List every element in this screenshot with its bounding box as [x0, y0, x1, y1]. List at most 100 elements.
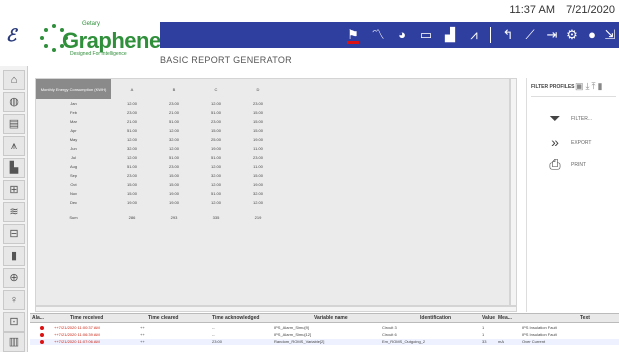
- navbar-separator: [490, 27, 491, 43]
- value-cell: 19.00: [210, 146, 221, 151]
- value-cell: 12.00: [126, 155, 137, 160]
- left-sidebar: ⌂ ◍ ▤ ⩚ ▙ ⊞ ≋ ⊟ ▮ ⊕ ♀ ⊡ ▥: [0, 66, 28, 352]
- value-cell: 12.00: [252, 200, 263, 205]
- value-cell: 19.00: [168, 191, 179, 196]
- alarm-time-received: ++7/21/2020 11:07:06 AM: [54, 339, 100, 344]
- report-row: May 12.00 32.00 25.00 19.00: [36, 135, 279, 144]
- value-cell: 51.00: [126, 164, 137, 169]
- logo[interactable]: ℰ Getary Graphene® Designed For Intellig…: [0, 18, 165, 64]
- report-header-col: C: [214, 86, 218, 92]
- logout-icon[interactable]: ⇲: [602, 27, 618, 43]
- export-label: EXPORT: [571, 140, 592, 146]
- month-cell: Jan: [70, 101, 77, 106]
- single-line-diagram-icon[interactable]: ⊞: [3, 180, 25, 200]
- back-arrow-icon[interactable]: ↰: [500, 27, 516, 43]
- alarm-table[interactable]: Ala... Time received Time cleared Time a…: [30, 313, 619, 352]
- month-cell: Oct: [70, 182, 77, 187]
- value-cell: 15.00: [252, 128, 263, 133]
- trend-icon[interactable]: ⟋: [522, 27, 538, 43]
- report-row: Sep 23.00 15.00 32.00 15.00: [36, 171, 279, 180]
- motor-icon[interactable]: ⊟: [3, 224, 25, 244]
- alarm-table-header: Ala... Time received Time cleared Time a…: [30, 314, 619, 323]
- alarm-text: Over Current: [522, 339, 546, 344]
- report-chart-icon[interactable]: ⩘: [466, 27, 482, 43]
- funnel-icon: ⏷: [549, 110, 561, 126]
- report-row: Feb 23.00 21.00 51.00 15.00: [36, 108, 279, 117]
- network-icon[interactable]: ⊡: [3, 312, 25, 332]
- zoom-icon[interactable]: ⊕: [3, 268, 25, 288]
- report-vertical-scrollbar[interactable]: [510, 78, 517, 306]
- report-row: Dec 19.00 19.00 12.00 12.00: [36, 198, 279, 207]
- col-value[interactable]: Value: [482, 315, 495, 321]
- report-horizontal-scrollbar[interactable]: [35, 306, 517, 312]
- report-table: Monthly Energy Consumption (KWH) A B C D…: [36, 79, 279, 220]
- value-cell: 15.00: [126, 182, 137, 187]
- col-measure[interactable]: Mea...: [498, 315, 512, 321]
- value-cell: 23.00: [252, 155, 263, 160]
- alarm-time-ack: --: [212, 332, 215, 337]
- alarm-time-received: ++7/21/2020 11:00:37 AM: [54, 325, 100, 330]
- page-title: BASIC REPORT GENERATOR: [160, 55, 292, 65]
- save-icon[interactable]: ▣: [575, 81, 586, 91]
- home-icon[interactable]: ⌂: [3, 70, 25, 90]
- value-cell: 23.00: [126, 110, 137, 115]
- value-cell: 32.00: [252, 191, 263, 196]
- brand-tagline: Designed For Intelligence: [70, 51, 127, 57]
- col-time-acknowledged[interactable]: Time acknowledged: [212, 315, 259, 321]
- value-cell: 23.00: [126, 173, 137, 178]
- alarm-text: IPS Insulation Fault: [522, 325, 557, 330]
- value-cell: 51.00: [168, 119, 179, 124]
- alarm-value: 1: [482, 332, 485, 337]
- bar-chart-icon[interactable]: ▟: [442, 27, 458, 43]
- alarm-status-icon: [40, 326, 44, 330]
- col-text[interactable]: Text: [580, 315, 590, 321]
- report-header-title: Monthly Energy Consumption (KWH): [36, 79, 111, 99]
- divider: [531, 96, 616, 97]
- alarm-value: 33: [482, 339, 487, 344]
- sum-cell: 293: [170, 215, 178, 220]
- printer-icon: ⎙: [549, 156, 561, 172]
- alarm-time-ack: 23:00: [212, 339, 223, 344]
- building-icon[interactable]: ▥: [3, 332, 25, 352]
- alarm-row[interactable]: ++7/21/2020 11:07:06 AM ++ 23:00 Random_ROM…: [30, 339, 619, 345]
- col-time-received[interactable]: Time received: [70, 315, 103, 321]
- report-grid[interactable]: Monthly Energy Consumption (KWH) A B C D…: [35, 78, 510, 306]
- alarm-row[interactable]: ++7/21/2020 11:00:37 AM ++ -- IPS_Alarm_Sim…: [30, 325, 619, 331]
- value-cell: 23.00: [168, 101, 179, 106]
- sum-cell: 335: [212, 215, 220, 220]
- value-cell: 51.00: [210, 191, 221, 196]
- report-header-col: B: [172, 86, 176, 92]
- col-variable-name[interactable]: Variable name: [314, 315, 348, 321]
- top-navbar: ⚑ 〽 ◕ ▭ ▟ ⩘ ↰ ⟋ ⇥ ⚙ ● ⇲: [160, 22, 619, 48]
- month-cell: Jun: [70, 146, 77, 151]
- panel-icon[interactable]: ▤: [3, 114, 25, 134]
- value-cell: 15.00: [252, 110, 263, 115]
- user-icon[interactable]: ●: [584, 27, 600, 43]
- alarm-row[interactable]: ++7/21/2020 11:06:39 AM ++ -- IPS_Alarm_Sim…: [30, 332, 619, 338]
- col-alarm[interactable]: Ala...: [32, 315, 44, 321]
- value-cell: 15.00: [168, 173, 179, 178]
- probe-icon[interactable]: ♀: [3, 290, 25, 310]
- globe-icon[interactable]: ◍: [3, 92, 25, 112]
- alarm-value: 1: [482, 325, 485, 330]
- wind-icon[interactable]: ≋: [3, 202, 25, 222]
- delete-icon[interactable]: ▮: [597, 81, 604, 91]
- alarm-identification: Circuit 6: [382, 332, 397, 337]
- pie-chart-icon[interactable]: ◕: [394, 27, 410, 43]
- company-logo-icon: ℰ: [6, 26, 17, 46]
- export-icon[interactable]: ⇥: [544, 27, 560, 43]
- settings-gear-icon[interactable]: ⚙: [564, 27, 580, 43]
- report-row: Jan 12.00 23.00 12.00 23.00: [36, 99, 279, 108]
- alarm-flag-icon[interactable]: ⚑: [345, 27, 361, 44]
- bar-chart-icon[interactable]: ▙: [3, 158, 25, 178]
- col-time-cleared[interactable]: Time cleared: [148, 315, 178, 321]
- value-cell: 23.00: [210, 119, 221, 124]
- battery-icon[interactable]: ▮: [3, 246, 25, 266]
- monitor-icon[interactable]: ▭: [418, 27, 434, 43]
- col-identification[interactable]: Identification: [420, 315, 451, 321]
- value-cell: 15.00: [252, 173, 263, 178]
- clock-date: 7/21/2020: [566, 4, 615, 16]
- report-row: Nov 15.00 19.00 51.00 32.00: [36, 189, 279, 198]
- transmission-tower-icon[interactable]: ⩚: [3, 136, 25, 156]
- line-chart-icon[interactable]: 〽: [370, 27, 386, 43]
